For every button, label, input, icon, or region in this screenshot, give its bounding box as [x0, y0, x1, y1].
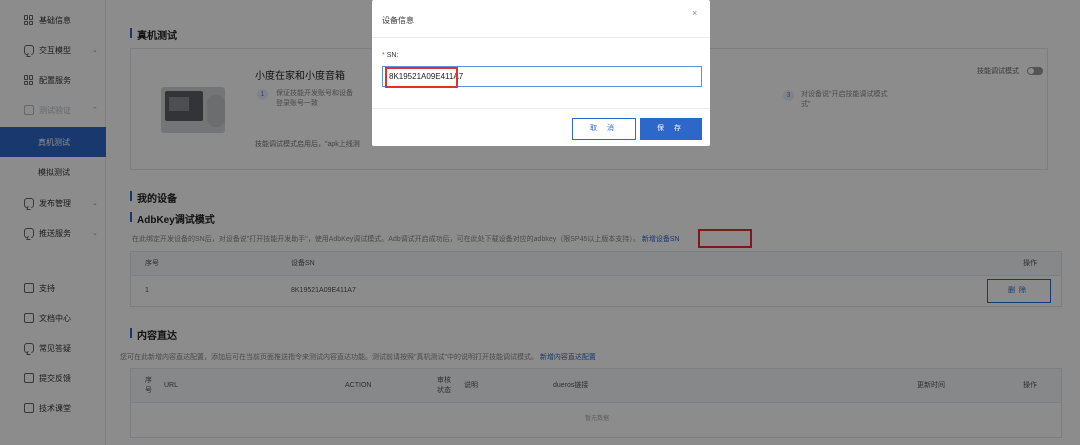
save-button[interactable]: 保 存	[640, 118, 702, 140]
cancel-button[interactable]: 取 消	[572, 118, 636, 140]
field-label-text: SN	[386, 52, 397, 59]
field-label-colon: :	[396, 52, 399, 59]
sn-field-label: * SN:	[382, 52, 398, 59]
close-icon[interactable]: ×	[692, 8, 697, 18]
device-info-dialog: 设备信息 × * SN: 取 消 保 存	[372, 0, 710, 146]
required-mark: *	[382, 52, 385, 59]
divider	[372, 108, 710, 109]
highlight-box	[385, 67, 458, 88]
dialog-title: 设备信息	[382, 16, 414, 25]
divider	[372, 37, 710, 38]
